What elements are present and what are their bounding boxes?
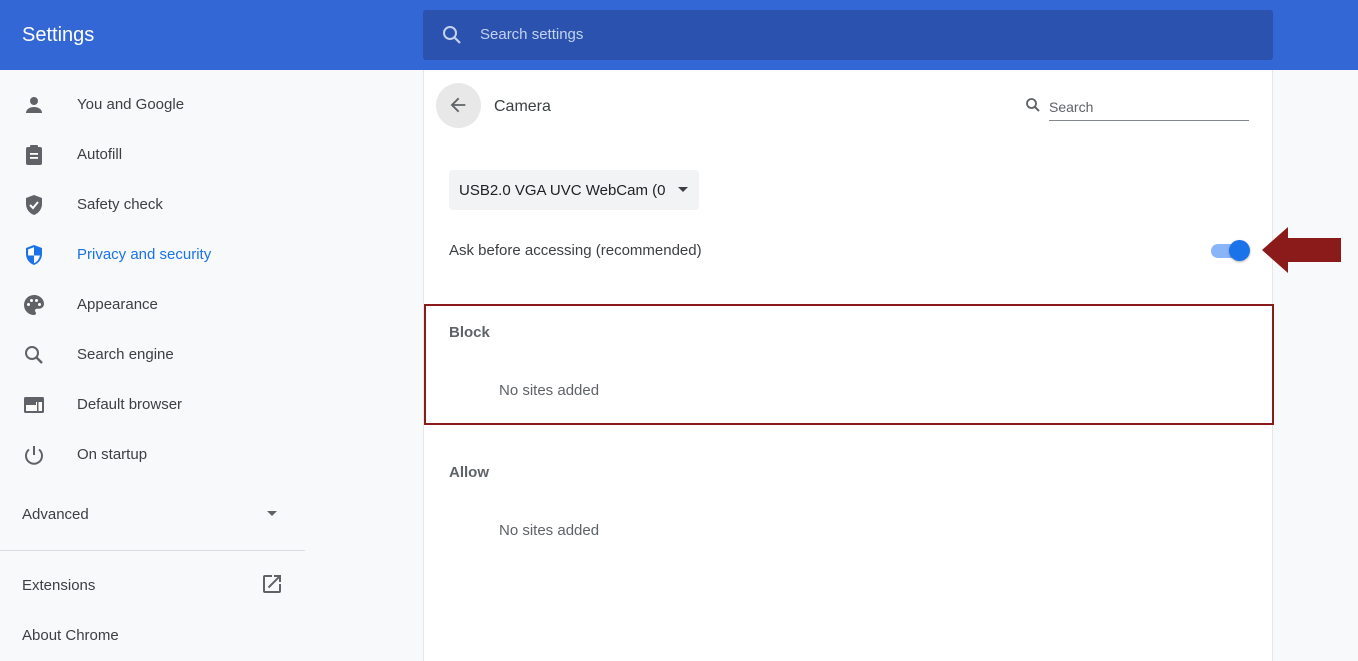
sidebar-item-label: Safety check (77, 196, 163, 213)
sidebar-item-label: Privacy and security (77, 246, 212, 263)
caret-down-icon (267, 511, 277, 516)
block-empty-text: No sites added (499, 382, 600, 399)
block-section-highlight: Block No sites added (424, 304, 1274, 425)
sidebar-item-on-startup[interactable]: On startup (0, 430, 305, 480)
camera-device-select[interactable]: USB2.0 VGA UVC WebCam (0 (449, 170, 699, 210)
shield-icon (26, 245, 42, 265)
ask-before-accessing-label: Ask before accessing (recommended) (449, 242, 702, 259)
back-button[interactable] (436, 83, 481, 128)
subpage-search-input[interactable] (1049, 94, 1249, 121)
sidebar-item-extensions[interactable]: Extensions (0, 566, 305, 606)
annotation-arrow (1262, 227, 1341, 273)
palette-icon (24, 295, 44, 315)
app-title: Settings (22, 24, 95, 46)
person-icon (26, 97, 42, 113)
sidebar-item-safety-check[interactable]: Safety check (0, 180, 305, 230)
ask-before-accessing-toggle[interactable] (1209, 240, 1250, 261)
ask-before-accessing-row: Ask before accessing (recommended) (449, 230, 1250, 270)
extensions-label: Extensions (22, 577, 96, 594)
block-section-title: Block (449, 324, 490, 341)
sidebar-item-label: On startup (77, 446, 148, 463)
search-icon (443, 26, 461, 44)
sidebar-item-label: Search engine (77, 346, 174, 363)
search-icon (25, 346, 43, 364)
about-chrome-label: About Chrome (22, 627, 119, 644)
sidebar-item-you-and-google[interactable]: You and Google (0, 80, 305, 130)
sidebar-item-autofill[interactable]: Autofill (0, 130, 305, 180)
page-title: Camera (494, 98, 551, 115)
sidebar: You and Google Autofill Safety check Pri… (0, 70, 305, 661)
clipboard-icon (26, 145, 42, 165)
camera-settings-card: Camera USB2.0 VGA UVC WebCam (0 Ask befo… (423, 70, 1274, 661)
sidebar-item-label: Appearance (77, 296, 158, 313)
settings-search-box[interactable]: Search settings (423, 10, 1273, 60)
search-icon (1026, 98, 1040, 112)
sidebar-item-label: Default browser (77, 396, 183, 413)
allow-section-title: Allow (449, 464, 489, 481)
advanced-label: Advanced (22, 506, 89, 523)
sidebar-item-default-browser[interactable]: Default browser (0, 380, 305, 430)
camera-device-value: USB2.0 VGA UVC WebCam (0 (459, 182, 666, 199)
allow-empty-text: No sites added (499, 522, 600, 539)
sidebar-item-label: You and Google (77, 96, 185, 113)
toggle-knob (1229, 240, 1250, 261)
sidebar-item-appearance[interactable]: Appearance (0, 280, 305, 330)
settings-search-placeholder: Search settings (480, 26, 584, 43)
browser-icon (24, 397, 44, 413)
caret-down-icon (678, 187, 688, 192)
sidebar-item-about-chrome[interactable]: About Chrome (0, 616, 305, 656)
shield-check-icon (26, 195, 42, 215)
sidebar-item-label: Autofill (77, 146, 123, 163)
subpage-search (1024, 94, 1250, 122)
power-icon (25, 446, 43, 465)
settings-header: Settings Search settings (0, 0, 1358, 70)
sidebar-item-search-engine[interactable]: Search engine (0, 330, 305, 380)
open-in-new-icon (263, 575, 281, 593)
sidebar-advanced-toggle[interactable]: Advanced (0, 495, 305, 535)
sidebar-item-privacy-and-security[interactable]: Privacy and security (0, 230, 305, 280)
arrow-back-icon (450, 97, 466, 113)
sidebar-divider (0, 550, 305, 551)
